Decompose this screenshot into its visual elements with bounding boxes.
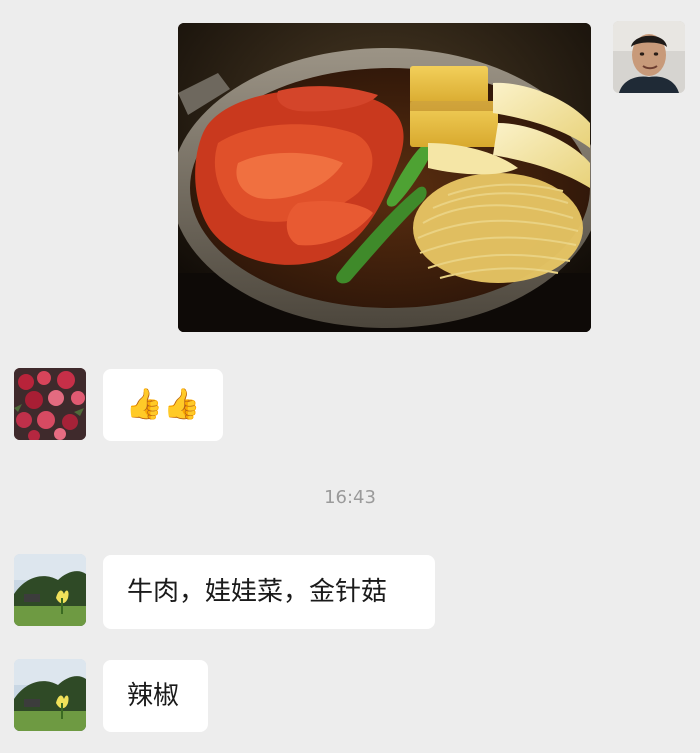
flower-bouquet-icon: [14, 368, 86, 440]
message-text: 牛肉，娃娃菜，金针菇: [127, 577, 388, 607]
chat-bubble-text[interactable]: 牛肉，娃娃菜，金针菇: [103, 555, 435, 629]
food-photo[interactable]: [178, 23, 591, 332]
message-timestamp: 16:43: [324, 487, 376, 508]
person-photo-icon: [613, 21, 685, 93]
thumbs-up-emoji: 👍👍: [125, 387, 201, 422]
chat-bubble-text[interactable]: 辣椒: [103, 660, 208, 732]
message-text: 辣椒: [127, 681, 180, 711]
chat-bubble-emoji[interactable]: 👍👍: [103, 369, 223, 441]
my-avatar[interactable]: [613, 21, 685, 93]
friend-avatar-field-2[interactable]: [14, 659, 86, 731]
friend-avatar-field[interactable]: [14, 554, 86, 626]
landscape-photo-icon: [14, 659, 86, 731]
grilled-tofu: [410, 66, 498, 147]
sukiyaki-illustration: [178, 23, 591, 332]
landscape-photo-icon: [14, 554, 86, 626]
friend-avatar-flowers[interactable]: [14, 368, 86, 440]
message-row-image: [0, 0, 700, 340]
enoki-mushrooms: [413, 173, 583, 283]
